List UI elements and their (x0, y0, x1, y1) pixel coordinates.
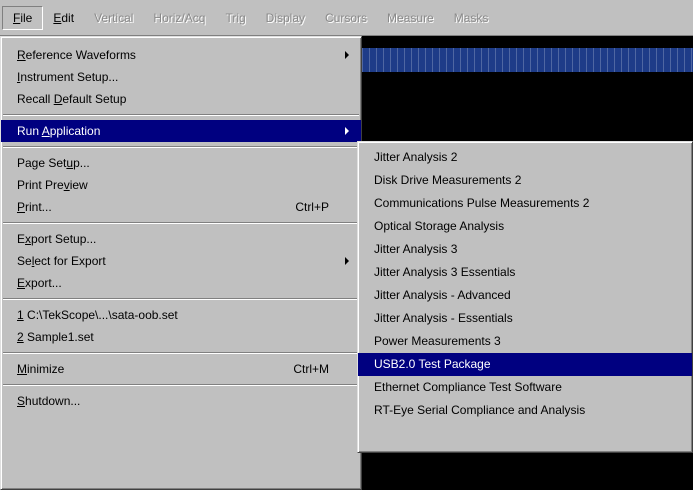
run-application-submenu: Jitter Analysis 2 Disk Drive Measurement… (357, 141, 693, 453)
app-usb2-test-package[interactable]: USB2.0 Test Package (358, 353, 692, 376)
menu-separator (3, 114, 359, 116)
print-shortcut: Ctrl+P (295, 200, 329, 214)
label-key: 1 (17, 308, 24, 322)
label-post: C:\TekScope\...\sata-oob.set (23, 308, 178, 322)
label-key: E (17, 276, 26, 290)
submenu-arrow-icon (345, 51, 349, 59)
menu-separator (3, 222, 359, 224)
label-post: eference Waveforms (25, 48, 136, 62)
label-key: P (17, 200, 26, 214)
label-key: A (41, 124, 50, 138)
menu-horiz-acq[interactable]: Horiz/Acq (143, 6, 215, 30)
recent-file-1-item[interactable]: 1 C:\TekScope\...\sata-oob.set (1, 304, 361, 326)
page-setup-item[interactable]: Page Setup... (1, 152, 361, 174)
label-post: p... (73, 156, 90, 170)
label-post: nstrument Setup... (20, 70, 119, 84)
app-optical-storage-analysis[interactable]: Optical Storage Analysis (358, 215, 692, 238)
app-ethernet-compliance-test-software[interactable]: Ethernet Compliance Test Software (358, 376, 692, 399)
app-power-measurements-3[interactable]: Power Measurements 3 (358, 330, 692, 353)
label-post: Sample1.set (23, 330, 94, 344)
label-key: 2 (17, 330, 24, 344)
menu-separator (3, 352, 359, 354)
shutdown-item[interactable]: Shutdown... (1, 390, 361, 412)
menu-edit-label: dit (61, 10, 75, 25)
label-pre: E (17, 232, 26, 246)
label-key: M (17, 362, 27, 376)
label-post: xport... (25, 276, 62, 290)
label-post: efault Setup (62, 92, 127, 106)
label-post: hutdown... (25, 394, 81, 408)
app-communications-pulse-measurements-2[interactable]: Communications Pulse Measurements 2 (358, 192, 692, 215)
app-rt-eye-serial-compliance[interactable]: RT-Eye Serial Compliance and Analysis (358, 399, 692, 422)
waveform-display-strip (362, 48, 693, 72)
instrument-setup-item[interactable]: Instrument Setup... (1, 66, 361, 88)
app-jitter-analysis-3-essentials[interactable]: Jitter Analysis 3 Essentials (358, 261, 692, 284)
minimize-item[interactable]: Minimize Ctrl+M (1, 358, 361, 380)
menu-separator (3, 146, 359, 148)
file-menu: Reference Waveforms Instrument Setup... … (0, 36, 362, 490)
label-post: port Setup... (31, 232, 97, 246)
menu-file[interactable]: File (2, 5, 44, 30)
app-jitter-analysis-3[interactable]: Jitter Analysis 3 (358, 238, 692, 261)
recent-file-2-item[interactable]: 2 Sample1.set (1, 326, 361, 348)
app-jitter-analysis-2[interactable]: Jitter Analysis 2 (358, 146, 692, 169)
app-jitter-analysis-advanced[interactable]: Jitter Analysis - Advanced (358, 284, 692, 307)
label-pre: Page Set (17, 156, 67, 170)
select-for-export-item[interactable]: Select for Export (1, 250, 361, 272)
menu-separator (3, 384, 359, 386)
app-disk-drive-measurements-2[interactable]: Disk Drive Measurements 2 (358, 169, 692, 192)
label-post: rint... (25, 200, 52, 214)
label-pre: Recall (17, 92, 54, 106)
minimize-shortcut: Ctrl+M (293, 362, 329, 376)
label-pre: Run (17, 124, 42, 138)
menu-display[interactable]: Display (256, 6, 315, 30)
menu-trig[interactable]: Trig (215, 6, 255, 30)
menu-separator (3, 298, 359, 300)
label-post: ect for Export (34, 254, 106, 268)
submenu-arrow-icon (345, 127, 349, 135)
submenu-arrow-icon (345, 257, 349, 265)
menu-masks[interactable]: Masks (444, 6, 499, 30)
label-pre: Se (17, 254, 32, 268)
menu-vertical[interactable]: Vertical (84, 6, 143, 30)
label-post: pplication (49, 124, 101, 138)
label-post: iew (69, 178, 88, 192)
label-key: R (17, 48, 26, 62)
print-preview-item[interactable]: Print Preview (1, 174, 361, 196)
label-post: inimize (27, 362, 65, 376)
menu-cursors[interactable]: Cursors (315, 6, 377, 30)
print-item[interactable]: Print... Ctrl+P (1, 196, 361, 218)
run-application-item[interactable]: Run Application (1, 120, 361, 142)
label-pre: Print Pre (17, 178, 64, 192)
label-key: S (17, 394, 26, 408)
recall-default-setup-item[interactable]: Recall Default Setup (1, 88, 361, 110)
menu-measure[interactable]: Measure (377, 6, 444, 30)
menu-file-label: ile (20, 10, 33, 25)
export-item[interactable]: Export... (1, 272, 361, 294)
reference-waveforms-item[interactable]: Reference Waveforms (1, 44, 361, 66)
export-setup-item[interactable]: Export Setup... (1, 228, 361, 250)
menu-bar: File Edit Vertical Horiz/Acq Trig Displa… (0, 0, 693, 36)
menu-edit[interactable]: Edit (43, 6, 84, 30)
app-jitter-analysis-essentials[interactable]: Jitter Analysis - Essentials (358, 307, 692, 330)
